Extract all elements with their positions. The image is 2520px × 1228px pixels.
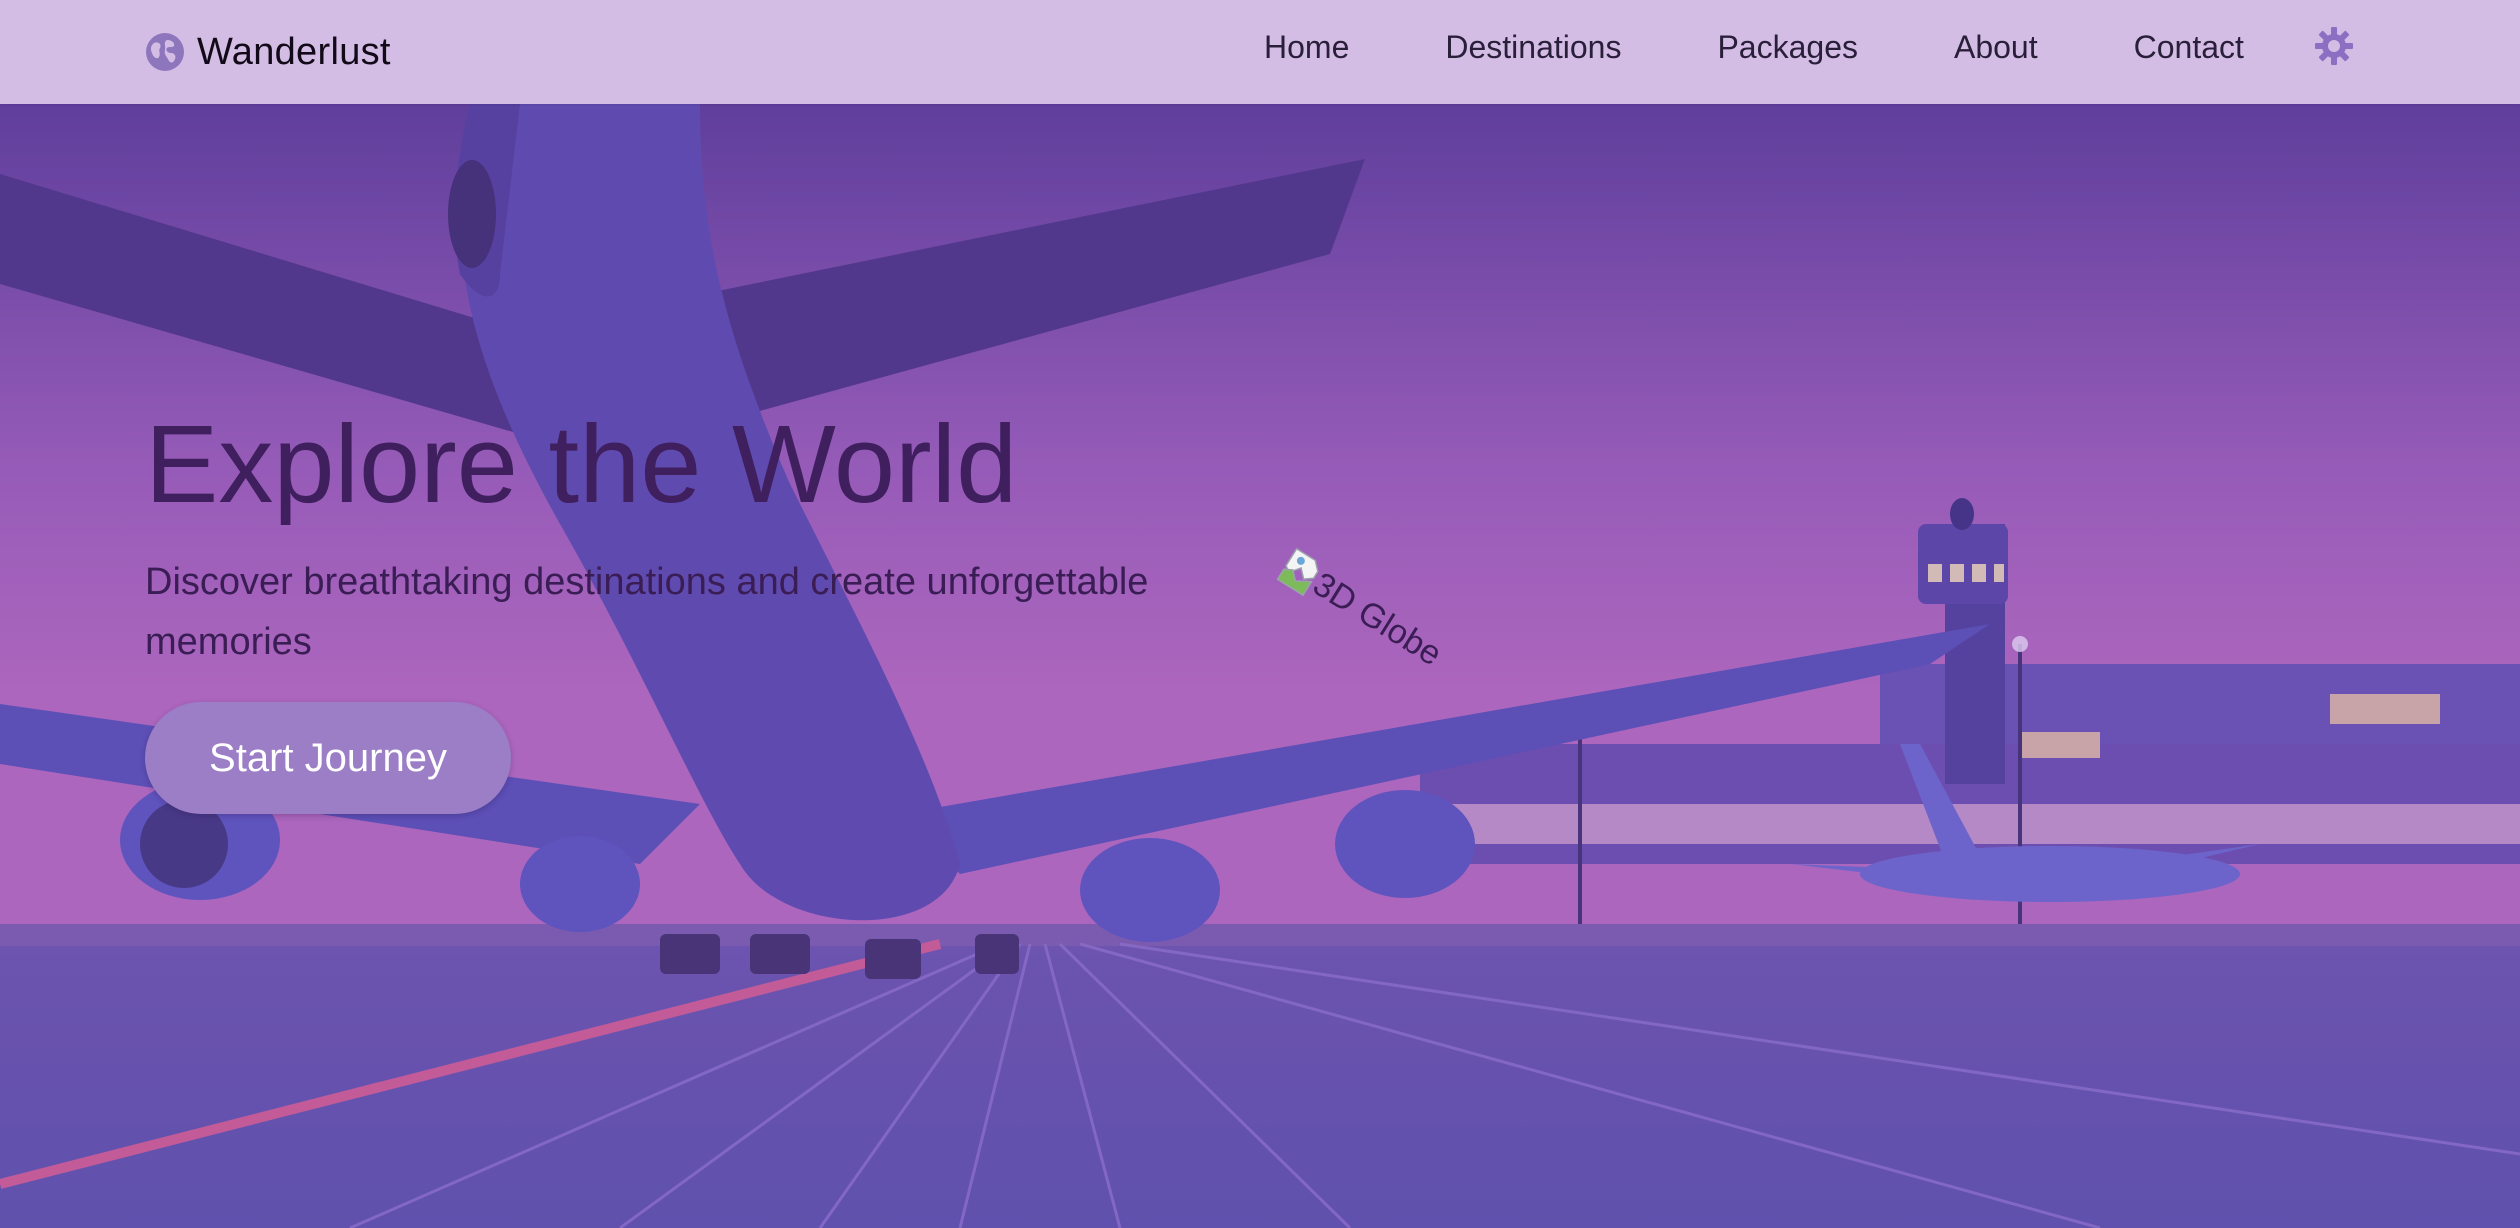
settings-button[interactable] — [2314, 26, 2354, 66]
main-nav: Home Destinations Packages About Contact — [1264, 0, 2244, 94]
hero-subtitle: Discover breathtaking destinations and c… — [145, 561, 1149, 663]
globe-icon — [146, 33, 184, 71]
hero-section: Explore the World Discover breathtaking … — [0, 104, 2520, 1228]
nav-link-destinations[interactable]: Destinations — [1445, 29, 1621, 66]
hero-title: Explore the World — [145, 403, 1018, 526]
brand-logo-link[interactable]: Wanderlust — [145, 24, 391, 80]
nav-link-contact[interactable]: Contact — [2134, 29, 2244, 66]
start-journey-button[interactable]: Start Journey — [145, 702, 511, 814]
nav-link-home[interactable]: Home — [1264, 29, 1349, 66]
nav-link-about[interactable]: About — [1954, 29, 2038, 66]
brand-name: Wanderlust — [197, 30, 391, 73]
gear-icon — [2315, 27, 2353, 65]
top-navbar: Wanderlust Home Destinations Packages Ab… — [0, 0, 2520, 104]
nav-link-packages[interactable]: Packages — [1717, 29, 1858, 66]
